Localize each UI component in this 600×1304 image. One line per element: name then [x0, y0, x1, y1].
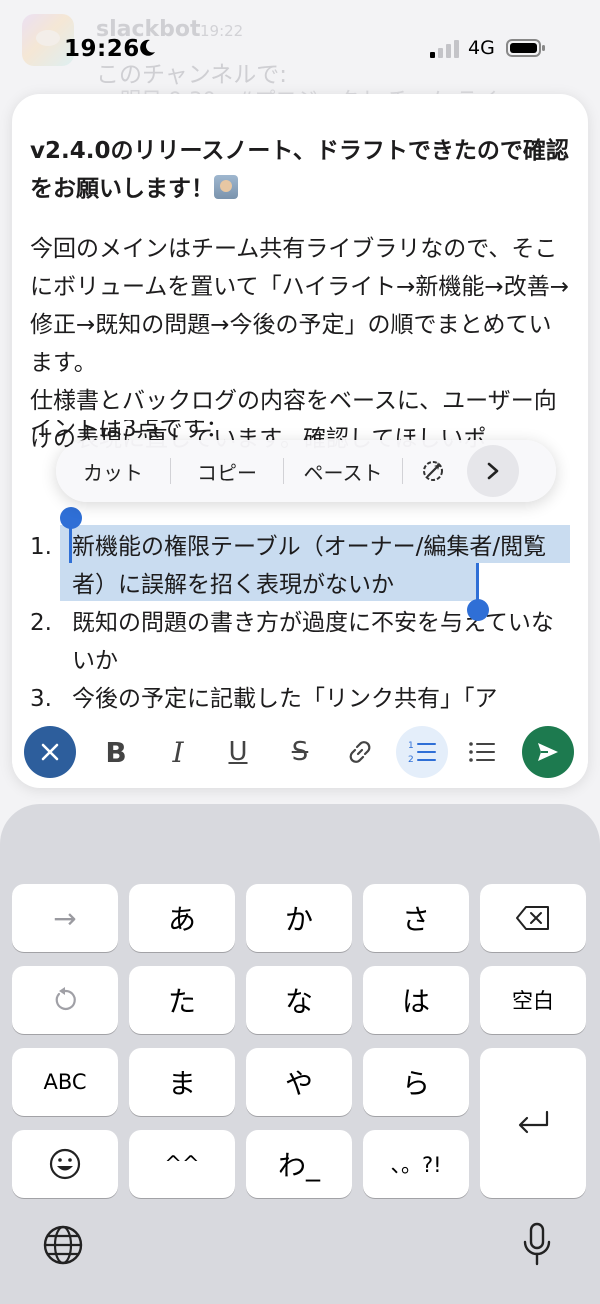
list-item: 2. 既知の問題の書き方が過度に不安を与えていないか	[30, 604, 570, 680]
emoji-icon	[49, 1148, 81, 1180]
bold-button[interactable]: B	[94, 730, 138, 774]
cut-button[interactable]: カット	[56, 440, 170, 502]
key-arrow-next[interactable]: →	[12, 884, 118, 952]
selection-end-bar	[476, 563, 479, 601]
selection-end-handle[interactable]	[467, 599, 489, 621]
selection-start-handle[interactable]	[60, 507, 82, 529]
key-ha[interactable]: は	[363, 966, 469, 1034]
key-kaomoji[interactable]: ^^	[129, 1130, 235, 1198]
link-icon	[349, 741, 371, 763]
network-label: 4G	[468, 37, 495, 59]
key-a[interactable]: あ	[129, 884, 235, 952]
list-item-text: 新機能の権限テーブル（オーナー/編集者/閲覧者）に誤解を招く表現がないか	[72, 534, 547, 598]
list-number: 3.	[30, 686, 52, 712]
key-sa[interactable]: さ	[363, 884, 469, 952]
backspace-icon	[516, 906, 549, 930]
dog-emoji-icon	[214, 175, 238, 199]
paragraph-1: 今回のメインはチーム共有ライブラリなので、そこにボリュームを置いて「ハイライト→…	[30, 236, 569, 376]
key-undo[interactable]	[12, 966, 118, 1034]
italic-button[interactable]: I	[156, 730, 200, 774]
writing-tools-button[interactable]	[403, 440, 463, 502]
battery-icon	[506, 39, 545, 57]
key-emoji[interactable]	[12, 1130, 118, 1198]
svg-text:1: 1	[408, 741, 414, 751]
numbered-list-button[interactable]: 1 2	[396, 726, 448, 778]
chevron-right-icon	[487, 462, 499, 480]
selection-start-bar	[69, 525, 72, 563]
list-item: 1. 新機能の権限テーブル（オーナー/編集者/閲覧者）に誤解を招く表現がないか	[30, 528, 570, 604]
key-ra[interactable]: ら	[363, 1048, 469, 1116]
list-item-text: 今後の予定に記載した「リンク共有」「ア	[72, 686, 498, 712]
list-number: 2.	[30, 610, 52, 636]
key-ka[interactable]: か	[246, 884, 352, 952]
clipped-line: イントは3点です：	[30, 420, 570, 440]
send-button[interactable]	[522, 726, 574, 778]
strikethrough-button[interactable]: S	[278, 730, 322, 774]
status-time: 19:26	[64, 36, 140, 62]
key-abc[interactable]: ABC	[12, 1048, 118, 1116]
key-ma[interactable]: ま	[129, 1048, 235, 1116]
numbered-list[interactable]: 1. 新機能の権限テーブル（オーナー/編集者/閲覧者）に誤解を招く表現がないか …	[30, 528, 570, 718]
undo-icon	[55, 987, 76, 1011]
more-options-button[interactable]	[467, 445, 519, 497]
microphone-icon[interactable]	[520, 1222, 554, 1268]
moon-icon	[140, 39, 155, 56]
return-icon	[518, 1110, 549, 1134]
key-ya[interactable]: や	[246, 1048, 352, 1116]
key-punctuation[interactable]: 、。?!	[363, 1130, 469, 1198]
svg-text:2: 2	[408, 755, 414, 765]
key-ta[interactable]: た	[129, 966, 235, 1034]
send-icon	[538, 743, 558, 761]
paste-button[interactable]: ペースト	[284, 440, 402, 502]
list-item: 3. 今後の予定に記載した「リンク共有」「ア	[30, 680, 570, 718]
formatting-toolbar: B I U S 1 2	[12, 720, 588, 784]
message-composer[interactable]: v2.4.0のリリースノート、ドラフトできたので確認をお願いします！ 今回のメイ…	[12, 94, 588, 788]
copy-button[interactable]: コピー	[171, 440, 283, 502]
writing-tools-icon	[423, 461, 443, 481]
key-backspace[interactable]	[480, 884, 586, 952]
globe-icon[interactable]	[42, 1224, 84, 1266]
key-space[interactable]: 空白	[480, 966, 586, 1034]
underline-button[interactable]: U	[216, 730, 260, 774]
close-icon	[41, 743, 59, 761]
edit-menu: カット コピー ペースト	[56, 440, 556, 502]
link-button[interactable]	[338, 730, 382, 774]
bulleted-list-icon	[469, 742, 495, 762]
message-title-text: v2.4.0のリリースノート、ドラフトできたので確認をお願いします！	[30, 138, 569, 202]
key-return[interactable]	[480, 1048, 586, 1198]
close-formatting-button[interactable]	[24, 726, 76, 778]
message-time: 19:22	[200, 22, 244, 40]
numbered-list-icon: 1 2	[408, 741, 436, 765]
clipped-line-text: イントは3点です：	[30, 420, 229, 440]
key-na[interactable]: な	[246, 966, 352, 1034]
message-title: v2.4.0のリリースノート、ドラフトできたので確認をお願いします！	[30, 132, 570, 208]
signal-icon	[430, 40, 459, 58]
list-number: 1.	[30, 534, 52, 560]
key-wa[interactable]: わ_	[246, 1130, 352, 1198]
bulleted-list-button[interactable]	[460, 730, 504, 774]
japanese-keyboard: → あ か さ た な は 空白 ABC ま や ら ^^ わ_ 、。?!	[0, 804, 600, 1304]
